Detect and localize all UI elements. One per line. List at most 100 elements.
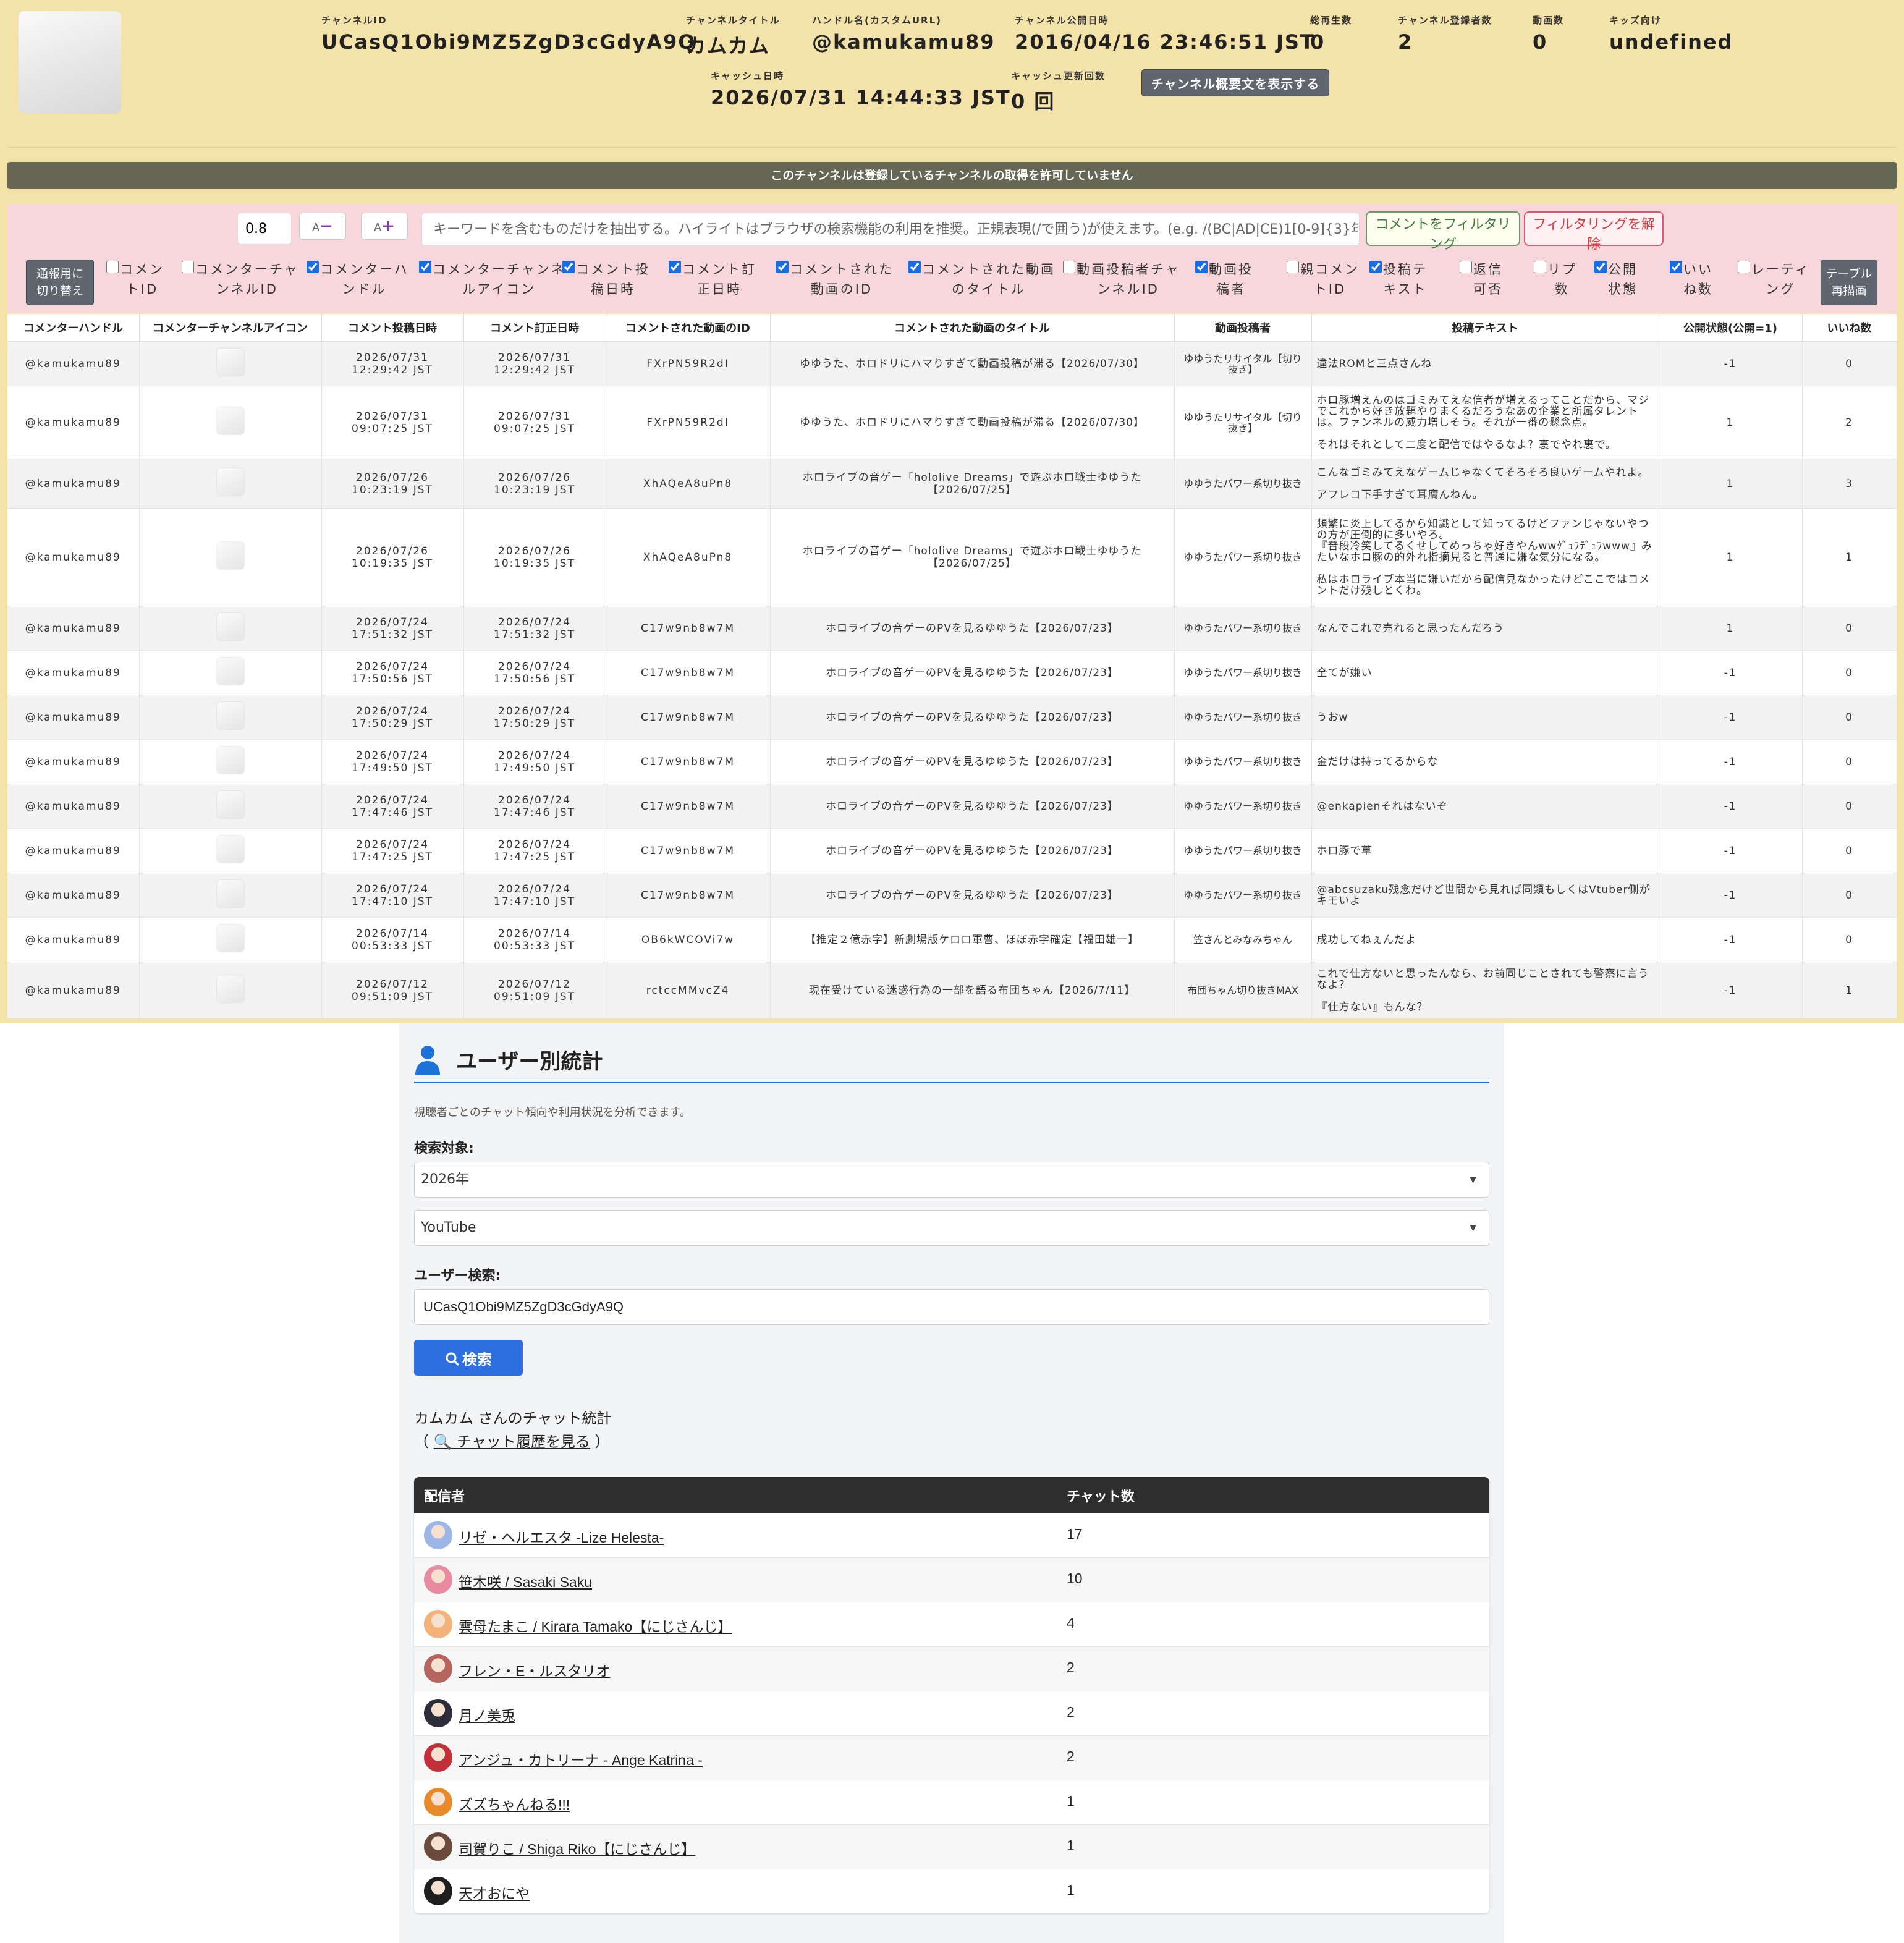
cell-handle: @kamukamu89 (7, 917, 140, 962)
commenter-icon-cell (139, 784, 322, 829)
streamer-name-link[interactable]: 笹木咲 / Sasaki Saku (459, 1570, 592, 1591)
column-checkbox[interactable] (562, 261, 575, 273)
field-value: 2 (1398, 30, 1413, 54)
field-value: 2026/07/31 14:44:33 JST (711, 86, 1011, 109)
cell-video-id: XhAQeA8uPn8 (606, 459, 771, 509)
user-stats-panel: ユーザー別統計 視聴者ごとのチャット傾向や利用状況を分析できます。 検索対象: … (399, 1023, 1504, 1943)
column-checkbox[interactable] (1195, 261, 1208, 273)
clear-filter-button[interactable]: フィルタリングを解除 (1524, 211, 1664, 252)
cell-likes: 0 (1802, 917, 1897, 962)
column-checkbox[interactable] (307, 261, 319, 273)
column-checkbox[interactable] (1738, 261, 1750, 273)
chat-history-link[interactable]: 🔍 チャット履歴を見る (434, 1433, 590, 1450)
cell-title: ホロライブの音ゲーのPVを見るゆゆうた【2026/07/23】 (770, 650, 1175, 695)
column-checkbox[interactable] (1063, 261, 1075, 273)
cell-text: ホロ豚で草 (1311, 828, 1659, 873)
cell-handle: @kamukamu89 (7, 695, 140, 740)
column-checkbox[interactable] (776, 261, 789, 273)
streamer-name-link[interactable]: リゼ・ヘルエスタ -Lize Helesta- (459, 1526, 664, 1547)
column-toggle-label: いい ね数 (1683, 262, 1713, 297)
cell-uploader: ゆゆうたリサイタル【切り抜き】 (1174, 341, 1312, 386)
field-label: チャンネル公開日時 (1015, 15, 1109, 26)
cell-text: なんでこれで売れると思ったんだろう (1311, 606, 1659, 651)
cell-handle: @kamukamu89 (7, 739, 140, 784)
streamer-name-link[interactable]: 司賀りこ / Shiga Riko【にじさんじ】 (459, 1837, 695, 1858)
field-value: カムカム (686, 34, 771, 57)
column-checkbox[interactable] (1287, 261, 1299, 273)
column-toggle-label: レーティ ング (1751, 262, 1810, 297)
streamer-name-link[interactable]: アンジュ・カトリーナ - Ange Katrina - (459, 1748, 703, 1769)
cell-likes: 2 (1802, 386, 1897, 459)
cell-video-id: C17w9nb8w7M (606, 606, 771, 651)
field-label: ハンドル名(カスタムURL) (812, 15, 942, 26)
column-header[interactable]: いいね数 (1802, 314, 1897, 342)
cache-count-field: キャッシュ更新回数 0 回 (1011, 69, 1106, 114)
column-header[interactable]: 動画投稿者 (1174, 314, 1312, 342)
user-search-input[interactable] (414, 1289, 1489, 1325)
field-value: 0 回 (1011, 90, 1056, 113)
platform-select[interactable]: YouTube ▼ (414, 1210, 1489, 1246)
streamer-name-link[interactable]: 月ノ美兎 (459, 1704, 515, 1725)
cell-video-id: FXrPN59R2dI (606, 386, 771, 459)
column-checkbox[interactable] (1670, 261, 1682, 273)
font-increase-button[interactable]: A+ (361, 213, 408, 240)
keyword-filter-input[interactable] (421, 213, 1360, 246)
cell-handle: @kamukamu89 (7, 962, 140, 1019)
table-row: @kamukamu89 2026/07/24 17:47:46 JST 2026/0… (7, 784, 1897, 829)
font-scale-input[interactable] (237, 213, 292, 245)
cell-likes: 0 (1802, 873, 1897, 918)
column-checkbox[interactable] (1369, 261, 1382, 273)
cell-uploader: ゆゆうたリサイタル【切り抜き】 (1174, 386, 1312, 459)
column-header[interactable]: 投稿テキスト (1311, 314, 1659, 342)
streamer-name-link[interactable]: 雲母たまこ / Kirara Tamako【にじさんじ】 (459, 1615, 732, 1636)
column-checkbox[interactable] (106, 261, 119, 273)
cell-title: ホロライブの音ゲーのPVを見るゆゆうた【2026/07/23】 (770, 873, 1175, 918)
column-checkbox[interactable] (669, 261, 681, 273)
column-checkbox[interactable] (1460, 261, 1472, 273)
count-header: チャット数 (1067, 1489, 1135, 1505)
column-checkbox[interactable] (908, 261, 921, 273)
commenter-icon-cell (139, 459, 322, 509)
cell-uploader: ゆゆうたパワー系切り抜き (1174, 784, 1312, 829)
cell-edited: 2026/07/24 17:47:10 JST (463, 873, 606, 918)
cell-posted: 2026/07/31 12:29:42 JST (321, 341, 464, 386)
table-row: @kamukamu89 2026/07/12 09:51:09 JST 2026/0… (7, 962, 1897, 1019)
column-header[interactable]: 公開状態(公開=1) (1659, 314, 1803, 342)
commenter-icon-cell (139, 508, 322, 606)
column-header[interactable]: コメントされた動画のID (606, 314, 771, 342)
channel-avatar-icon (216, 880, 244, 907)
apply-filter-button[interactable]: コメントをフィルタリング (1366, 211, 1520, 252)
column-checkbox[interactable] (419, 261, 431, 273)
report-mode-toggle-button[interactable]: 通報用に 切り替え (26, 260, 94, 305)
cell-posted: 2026/07/24 17:50:56 JST (321, 650, 464, 695)
cell-video-id: C17w9nb8w7M (606, 695, 771, 740)
cell-likes: 0 (1802, 784, 1897, 829)
column-checkbox[interactable] (1594, 261, 1607, 273)
column-header[interactable]: コメンターハンドル (7, 314, 140, 342)
cell-title: ホロライブの音ゲー「hololive Dreams」で遊ぶホロ戦士ゆゆうた【20… (770, 508, 1175, 606)
column-header[interactable]: コメンターチャンネルアイコン (139, 314, 322, 342)
column-toggle-label: コメント投 稿日時 (576, 262, 650, 297)
field-value: 0 (1310, 30, 1326, 54)
column-header[interactable]: コメント訂正日時 (463, 314, 606, 342)
column-header[interactable]: コメントされた動画のタイトル (770, 314, 1175, 342)
streamer-name-link[interactable]: 天才おにや (459, 1882, 530, 1903)
streamer-stats-table: 配信者 チャット数 リゼ・ヘルエスタ -Lize Helesta- 17 笹木咲 /… (414, 1477, 1489, 1913)
field-label: キッズ向け (1609, 15, 1662, 26)
column-checkbox[interactable] (1534, 261, 1546, 273)
cell-handle: @kamukamu89 (7, 459, 140, 509)
column-checkbox[interactable] (182, 261, 194, 273)
show-description-button[interactable]: チャンネル概要文を表示する (1141, 69, 1329, 96)
cell-handle: @kamukamu89 (7, 650, 140, 695)
table-body: @kamukamu89 2026/07/31 12:29:42 JST 2026/0… (7, 341, 1897, 1019)
table-row: @kamukamu89 2026/07/24 17:50:56 JST 2026/0… (7, 650, 1897, 695)
font-decrease-button[interactable]: A− (299, 213, 346, 240)
search-button[interactable]: 検索 (414, 1340, 523, 1376)
streamer-name-link[interactable]: フレン・E・ルスタリオ (459, 1659, 610, 1680)
cell-title: ホロライブの音ゲー「hololive Dreams」で遊ぶホロ戦士ゆゆうた【20… (770, 459, 1175, 509)
channel-viewer: チャンネルID UCasQ1Obi9MZ5ZgD3cGdyA9Q チャンネルタイ… (0, 0, 1904, 1023)
column-header[interactable]: コメント投稿日時 (321, 314, 464, 342)
year-select[interactable]: 2026年 ▼ (414, 1162, 1489, 1198)
redraw-table-button[interactable]: テーブル 再描画 (1821, 260, 1877, 305)
streamer-name-link[interactable]: ズズちゃんねる!!! (459, 1793, 570, 1814)
